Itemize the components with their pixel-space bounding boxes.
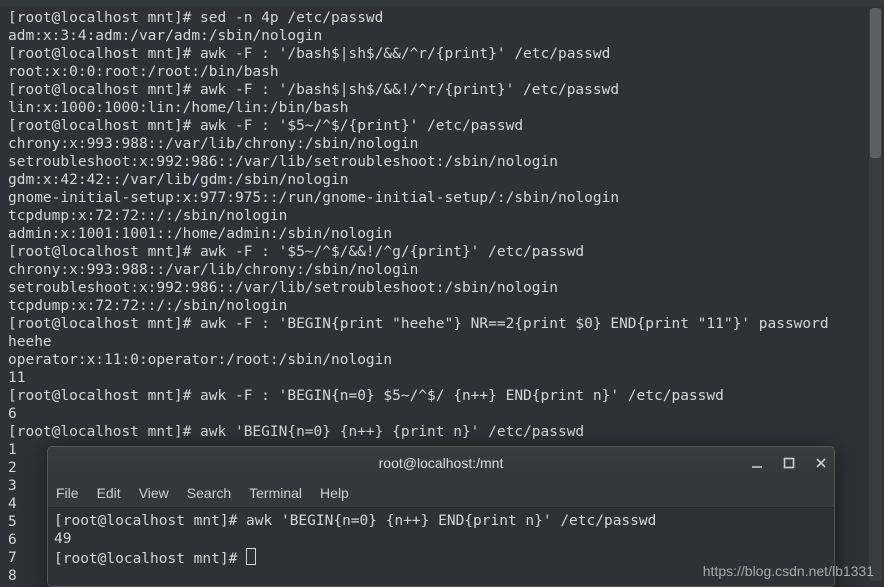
close-button[interactable] bbox=[814, 456, 828, 470]
terminal-cursor bbox=[246, 548, 256, 565]
terminal-line: 49 bbox=[54, 530, 828, 548]
foreground-menubar: File Edit View Search Terminal Help bbox=[48, 479, 834, 508]
window-title: root@localhost:/mnt bbox=[48, 455, 834, 471]
background-scrollbar-thumb[interactable] bbox=[870, 8, 881, 158]
menu-file[interactable]: File bbox=[56, 485, 79, 501]
minimize-button[interactable] bbox=[750, 456, 764, 470]
menu-terminal[interactable]: Terminal bbox=[249, 485, 302, 501]
background-scrollbar[interactable] bbox=[869, 8, 882, 581]
terminal-line: [root@localhost mnt]# awk 'BEGIN{n=0} {n… bbox=[54, 512, 828, 530]
menu-view[interactable]: View bbox=[139, 485, 169, 501]
close-icon bbox=[815, 457, 827, 469]
window-controls bbox=[750, 447, 828, 479]
watermark-text: https://blog.csdn.net/lb1331 bbox=[703, 563, 874, 579]
foreground-titlebar[interactable]: root@localhost:/mnt bbox=[48, 447, 834, 479]
menu-help[interactable]: Help bbox=[320, 485, 349, 501]
maximize-icon bbox=[783, 457, 795, 469]
maximize-button[interactable] bbox=[782, 456, 796, 470]
menu-search[interactable]: Search bbox=[187, 485, 231, 501]
menu-edit[interactable]: Edit bbox=[97, 485, 121, 501]
minimize-icon bbox=[751, 457, 763, 469]
